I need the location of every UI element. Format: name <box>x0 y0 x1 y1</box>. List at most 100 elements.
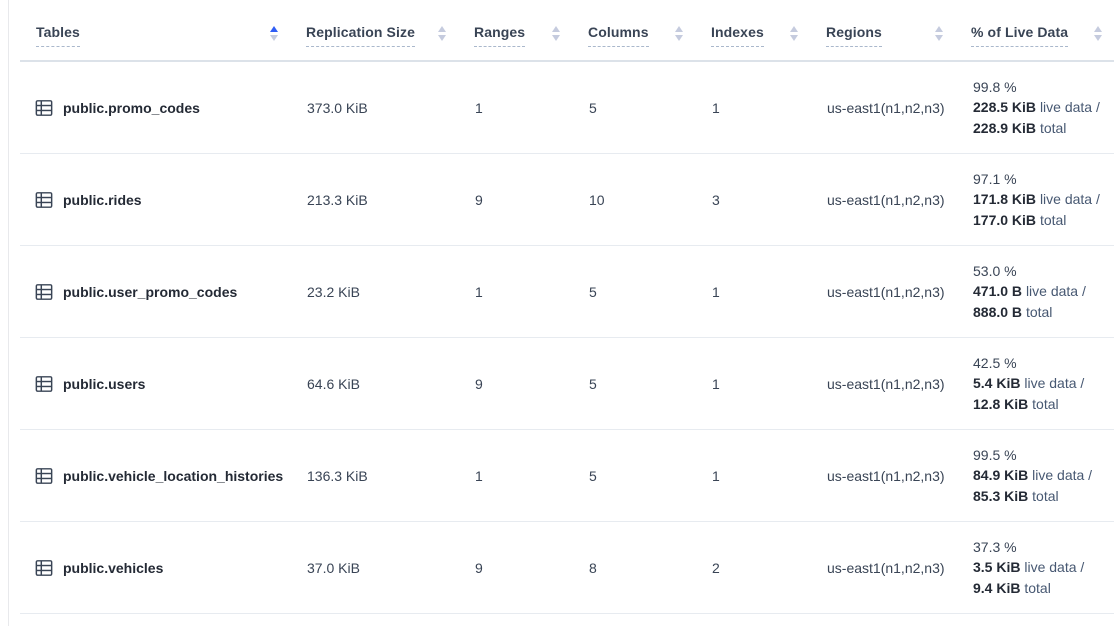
replication-size-cell: 136.3 KiB <box>290 468 458 484</box>
live-data-cell: 37.3 % 3.5 KiB live data / 9.4 KiB total <box>955 537 1114 599</box>
column-header-ranges[interactable]: Ranges <box>458 0 572 60</box>
sort-arrows-icon[interactable] <box>1094 26 1102 45</box>
ranges-cell: 1 <box>458 468 572 484</box>
indexes-cell: 1 <box>695 100 810 116</box>
table-icon <box>35 559 53 577</box>
column-header-replication-size[interactable]: Replication Size <box>290 0 458 60</box>
columns-cell: 5 <box>572 468 695 484</box>
table-name-cell: public.promo_codes <box>20 99 290 117</box>
total-size: 12.8 KiB <box>973 396 1028 412</box>
live-size: 5.4 KiB <box>973 375 1020 391</box>
live-size: 471.0 B <box>973 283 1022 299</box>
live-data-cell: 53.0 % 471.0 B live data / 888.0 B total <box>955 261 1114 323</box>
column-header-indexes[interactable]: Indexes <box>695 0 810 60</box>
live-percent: 99.5 % <box>973 445 1114 466</box>
sort-arrows-icon[interactable] <box>790 26 798 45</box>
table-name-cell: public.vehicles <box>20 559 290 577</box>
live-percent: 99.8 % <box>973 77 1114 98</box>
table-name-link[interactable]: public.vehicle_location_histories <box>63 468 283 484</box>
live-percent: 97.1 % <box>973 169 1114 190</box>
live-size-line: 84.9 KiB live data / <box>973 465 1114 486</box>
columns-cell: 10 <box>572 192 695 208</box>
live-suffix: live data / <box>1024 375 1084 391</box>
column-header-live-data[interactable]: % of Live Data <box>955 0 1114 60</box>
table-name-link[interactable]: public.users <box>63 376 145 392</box>
sort-arrows-icon[interactable] <box>552 26 560 45</box>
table-row[interactable]: public.vehicle_location_histories 136.3 … <box>20 430 1114 522</box>
columns-cell: 8 <box>572 560 695 576</box>
total-size: 177.0 KiB <box>973 212 1036 228</box>
live-size-line: 3.5 KiB live data / <box>973 557 1114 578</box>
table-name-cell: public.rides <box>20 191 290 209</box>
table-name-link[interactable]: public.promo_codes <box>63 100 200 116</box>
indexes-cell: 1 <box>695 376 810 392</box>
live-suffix: live data / <box>1024 559 1084 575</box>
column-label: Regions <box>826 24 882 47</box>
column-header-regions[interactable]: Regions <box>810 0 955 60</box>
live-data-cell: 97.1 % 171.8 KiB live data / 177.0 KiB t… <box>955 169 1114 231</box>
total-suffix: total <box>1024 580 1050 596</box>
ranges-cell: 1 <box>458 284 572 300</box>
total-suffix: total <box>1040 212 1066 228</box>
live-size: 171.8 KiB <box>973 191 1036 207</box>
table-row[interactable]: public.users 64.6 KiB 9 5 1 us-east1(n1,… <box>20 338 1114 430</box>
live-percent: 53.0 % <box>973 261 1114 282</box>
column-label: % of Live Data <box>971 24 1068 47</box>
table-name-link[interactable]: public.rides <box>63 192 142 208</box>
ranges-cell: 9 <box>458 192 572 208</box>
table-icon <box>35 283 53 301</box>
live-percent: 42.5 % <box>973 353 1114 374</box>
tables-list: Tables Replication Size Ranges Columns I… <box>20 0 1114 614</box>
replication-size-cell: 37.0 KiB <box>290 560 458 576</box>
column-label: Replication Size <box>306 24 415 47</box>
table-icon <box>35 467 53 485</box>
indexes-cell: 1 <box>695 284 810 300</box>
column-label: Columns <box>588 24 649 47</box>
total-suffix: total <box>1040 120 1066 136</box>
regions-cell: us-east1(n1,n2,n3) <box>810 376 955 392</box>
regions-cell: us-east1(n1,n2,n3) <box>810 468 955 484</box>
replication-size-cell: 23.2 KiB <box>290 284 458 300</box>
table-row[interactable]: public.vehicles 37.0 KiB 9 8 2 us-east1(… <box>20 522 1114 614</box>
live-size: 228.5 KiB <box>973 99 1036 115</box>
total-size-line: 177.0 KiB total <box>973 210 1114 231</box>
sort-arrows-icon[interactable] <box>438 26 446 45</box>
regions-cell: us-east1(n1,n2,n3) <box>810 100 955 116</box>
live-data-cell: 42.5 % 5.4 KiB live data / 12.8 KiB tota… <box>955 353 1114 415</box>
replication-size-cell: 64.6 KiB <box>290 376 458 392</box>
regions-cell: us-east1(n1,n2,n3) <box>810 284 955 300</box>
table-row[interactable]: public.promo_codes 373.0 KiB 1 5 1 us-ea… <box>20 62 1114 154</box>
live-suffix: live data / <box>1040 99 1100 115</box>
regions-cell: us-east1(n1,n2,n3) <box>810 560 955 576</box>
table-row[interactable]: public.user_promo_codes 23.2 KiB 1 5 1 u… <box>20 246 1114 338</box>
sort-arrows-icon[interactable] <box>935 26 943 45</box>
indexes-cell: 3 <box>695 192 810 208</box>
total-suffix: total <box>1026 304 1052 320</box>
live-data-cell: 99.5 % 84.9 KiB live data / 85.3 KiB tot… <box>955 445 1114 507</box>
live-percent: 37.3 % <box>973 537 1114 558</box>
table-name-cell: public.users <box>20 375 290 393</box>
page-left-divider <box>8 0 9 626</box>
indexes-cell: 2 <box>695 560 810 576</box>
replication-size-cell: 213.3 KiB <box>290 192 458 208</box>
sort-arrows-icon[interactable] <box>270 26 278 45</box>
total-size-line: 9.4 KiB total <box>973 578 1114 599</box>
total-suffix: total <box>1032 488 1058 504</box>
column-header-columns[interactable]: Columns <box>572 0 695 60</box>
live-suffix: live data / <box>1026 283 1086 299</box>
live-data-cell: 99.8 % 228.5 KiB live data / 228.9 KiB t… <box>955 77 1114 139</box>
sort-arrows-icon[interactable] <box>675 26 683 45</box>
table-name-link[interactable]: public.user_promo_codes <box>63 284 237 300</box>
replication-size-cell: 373.0 KiB <box>290 100 458 116</box>
column-header-tables[interactable]: Tables <box>20 0 290 60</box>
live-size-line: 5.4 KiB live data / <box>973 373 1114 394</box>
table-icon <box>35 375 53 393</box>
live-size-line: 471.0 B live data / <box>973 281 1114 302</box>
table-name-link[interactable]: public.vehicles <box>63 560 163 576</box>
total-size-line: 12.8 KiB total <box>973 394 1114 415</box>
column-label: Indexes <box>711 24 764 47</box>
total-size: 888.0 B <box>973 304 1022 320</box>
total-size-line: 888.0 B total <box>973 302 1114 323</box>
live-size-line: 171.8 KiB live data / <box>973 189 1114 210</box>
table-row[interactable]: public.rides 213.3 KiB 9 10 3 us-east1(n… <box>20 154 1114 246</box>
